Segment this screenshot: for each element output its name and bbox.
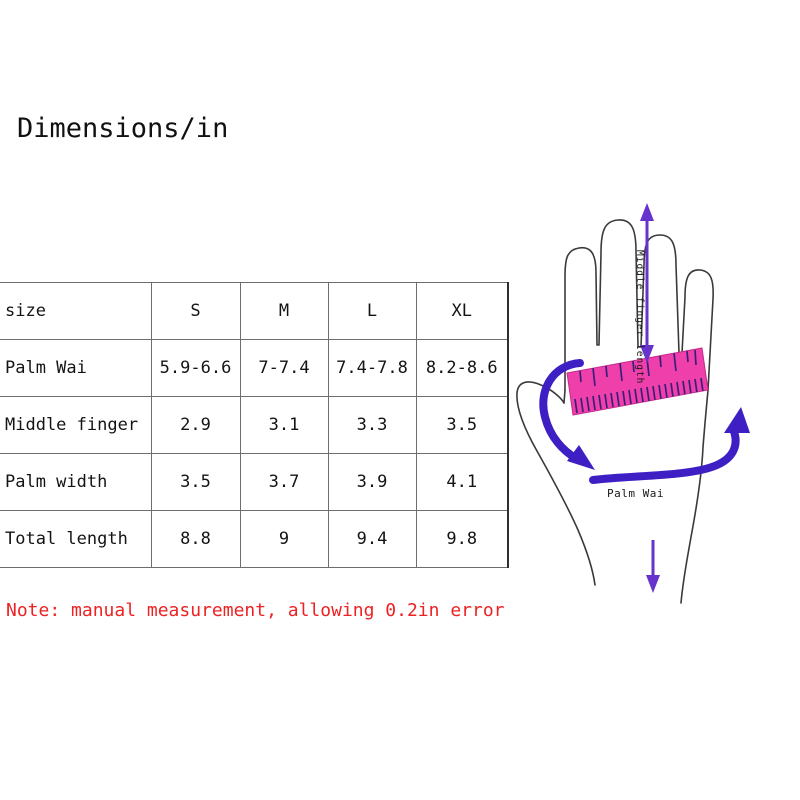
row-label: Middle finger <box>0 396 152 454</box>
size-chart-page: Dimensions/in size S M L XL Palm Wai 5.9… <box>0 0 800 800</box>
cell-value: 3.1 <box>239 396 329 454</box>
table-row: Palm Wai 5.9-6.6 7-7.4 7.4-7.8 8.2-8.6 <box>0 339 509 397</box>
table-header-size: size <box>0 282 152 340</box>
cell-value: 3.5 <box>415 396 509 454</box>
cell-value: 5.9-6.6 <box>150 339 241 397</box>
cell-value: 3.7 <box>239 453 329 511</box>
table-header-xl: XL <box>415 282 509 340</box>
cell-value: 9 <box>239 510 329 568</box>
table-header-s: S <box>150 282 241 340</box>
page-title: Dimensions/in <box>17 113 229 144</box>
cell-value: 3.3 <box>327 396 417 454</box>
table-row: Total length 8.8 9 9.4 9.8 <box>0 510 509 568</box>
table-row: Palm width 3.5 3.7 3.9 4.1 <box>0 453 509 511</box>
cell-value: 3.5 <box>150 453 241 511</box>
cell-value: 3.9 <box>327 453 417 511</box>
cell-value: 9.8 <box>415 510 509 568</box>
palm-wai-label: Palm Wai <box>607 487 664 500</box>
cell-value: 7.4-7.8 <box>327 339 417 397</box>
hand-measurement-diagram <box>505 185 800 610</box>
cell-value: 8.8 <box>150 510 241 568</box>
table-header-l: L <box>327 282 417 340</box>
wrap-arrow-right-icon <box>589 407 750 484</box>
row-label: Palm width <box>0 453 152 511</box>
cell-value: 8.2-8.6 <box>415 339 509 397</box>
table-row: Middle finger 2.9 3.1 3.3 3.5 <box>0 396 509 454</box>
table-header-row: size S M L XL <box>0 282 509 340</box>
table-header-m: M <box>239 282 329 340</box>
cell-value: 7-7.4 <box>239 339 329 397</box>
cell-value: 2.9 <box>150 396 241 454</box>
size-table: size S M L XL Palm Wai 5.9-6.6 7-7.4 7.4… <box>0 282 509 568</box>
measurement-note: Note: manual measurement, allowing 0.2in… <box>6 600 505 621</box>
cell-value: 9.4 <box>327 510 417 568</box>
total-length-arrow-icon <box>646 540 660 593</box>
middle-finger-length-label: Middle finger length <box>634 250 645 385</box>
row-label: Total length <box>0 510 152 568</box>
cell-value: 4.1 <box>415 453 509 511</box>
row-label: Palm Wai <box>0 339 152 397</box>
